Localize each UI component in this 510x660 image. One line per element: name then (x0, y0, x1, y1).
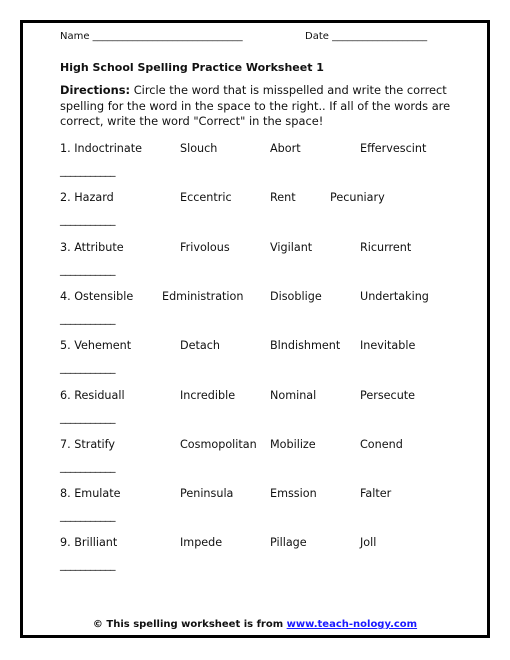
question-word[interactable]: Undertaking (360, 290, 429, 303)
question-row: 7. Stratify Cosmopolitan Mobilize Conend ___… (0, 438, 510, 478)
question-word-numbered[interactable]: 3. Attribute (60, 241, 124, 254)
question-word[interactable]: Inevitable (360, 339, 415, 352)
question-row: 8. Emulate Peninsula Emssion Falter ________… (0, 487, 510, 527)
answer-blank[interactable]: ___________ (60, 213, 116, 226)
directions: Directions: Circle the word that is miss… (60, 83, 460, 130)
answer-blank[interactable]: ___________ (60, 361, 116, 374)
question-word[interactable]: Ricurrent (360, 241, 411, 254)
question-word[interactable]: Blndishment (270, 339, 340, 352)
question-word[interactable]: Disoblige (270, 290, 322, 303)
question-word-numbered[interactable]: 5. Vehement (60, 339, 131, 352)
question-word[interactable]: Eccentric (180, 191, 232, 204)
answer-blank[interactable]: ___________ (60, 411, 116, 424)
question-word[interactable]: Pillage (270, 536, 307, 549)
question-row: 5. Vehement Detach Blndishment Inevitable __… (0, 339, 510, 379)
question-word[interactable]: Cosmopolitan (180, 438, 257, 451)
question-word[interactable]: Abort (270, 142, 301, 155)
question-word[interactable]: Edministration (162, 290, 243, 303)
answer-blank[interactable]: ___________ (60, 263, 116, 276)
question-word[interactable]: Peninsula (180, 487, 233, 500)
question-word[interactable]: Mobilize (270, 438, 316, 451)
question-word[interactable]: Slouch (180, 142, 217, 155)
answer-blank[interactable]: ___________ (60, 312, 116, 325)
question-word[interactable]: Impede (180, 536, 222, 549)
question-word[interactable]: Falter (360, 487, 391, 500)
answer-blank[interactable]: ___________ (60, 558, 116, 571)
question-word[interactable]: Frivolous (180, 241, 230, 254)
question-row: 1. Indoctrinate Slouch Abort Effervescint __… (0, 142, 510, 182)
question-word-numbered[interactable]: 4. Ostensible (60, 290, 133, 303)
question-row: 2. Hazard Eccentric Rent Pecuniary _________… (0, 191, 510, 231)
question-word-numbered[interactable]: 7. Stratify (60, 438, 115, 451)
question-word[interactable]: Incredible (180, 389, 235, 402)
name-field-line: Name ______________________________ (60, 31, 243, 42)
question-word-numbered[interactable]: 6. Residuall (60, 389, 125, 402)
question-word[interactable]: Effervescint (360, 142, 426, 155)
answer-blank[interactable]: ___________ (60, 460, 116, 473)
answer-blank[interactable]: ___________ (60, 509, 116, 522)
question-word[interactable]: Rent (270, 191, 296, 204)
date-field-line: Date ___________________ (305, 31, 428, 42)
question-word-numbered[interactable]: 2. Hazard (60, 191, 114, 204)
question-row: 6. Residuall Incredible Nominal Persecute __… (0, 389, 510, 429)
question-word-numbered[interactable]: 8. Emulate (60, 487, 121, 500)
footer-prefix: © This spelling worksheet is from (92, 619, 287, 630)
question-word[interactable]: Emssion (270, 487, 317, 500)
question-row: 3. Attribute Frivolous Vigilant Ricurrent __… (0, 241, 510, 281)
question-row: 9. Brilliant Impede Pillage Joll ___________ (0, 536, 510, 576)
directions-label: Directions: (60, 83, 131, 97)
footer-credit: © This spelling worksheet is from www.te… (0, 619, 510, 630)
question-word[interactable]: Pecuniary (330, 191, 385, 204)
question-word[interactable]: Vigilant (270, 241, 312, 254)
question-word-numbered[interactable]: 1. Indoctrinate (60, 142, 142, 155)
question-word[interactable]: Nominal (270, 389, 316, 402)
worksheet-title: High School Spelling Practice Worksheet … (60, 61, 324, 74)
answer-blank[interactable]: ___________ (60, 164, 116, 177)
question-word[interactable]: Detach (180, 339, 220, 352)
footer-link[interactable]: www.teach-nology.com (287, 619, 417, 630)
question-word[interactable]: Persecute (360, 389, 415, 402)
question-row: 4. Ostensible Edministration Disoblige Unde… (0, 290, 510, 330)
question-word[interactable]: Joll (360, 536, 376, 549)
question-word[interactable]: Conend (360, 438, 403, 451)
question-word-numbered[interactable]: 9. Brilliant (60, 536, 117, 549)
